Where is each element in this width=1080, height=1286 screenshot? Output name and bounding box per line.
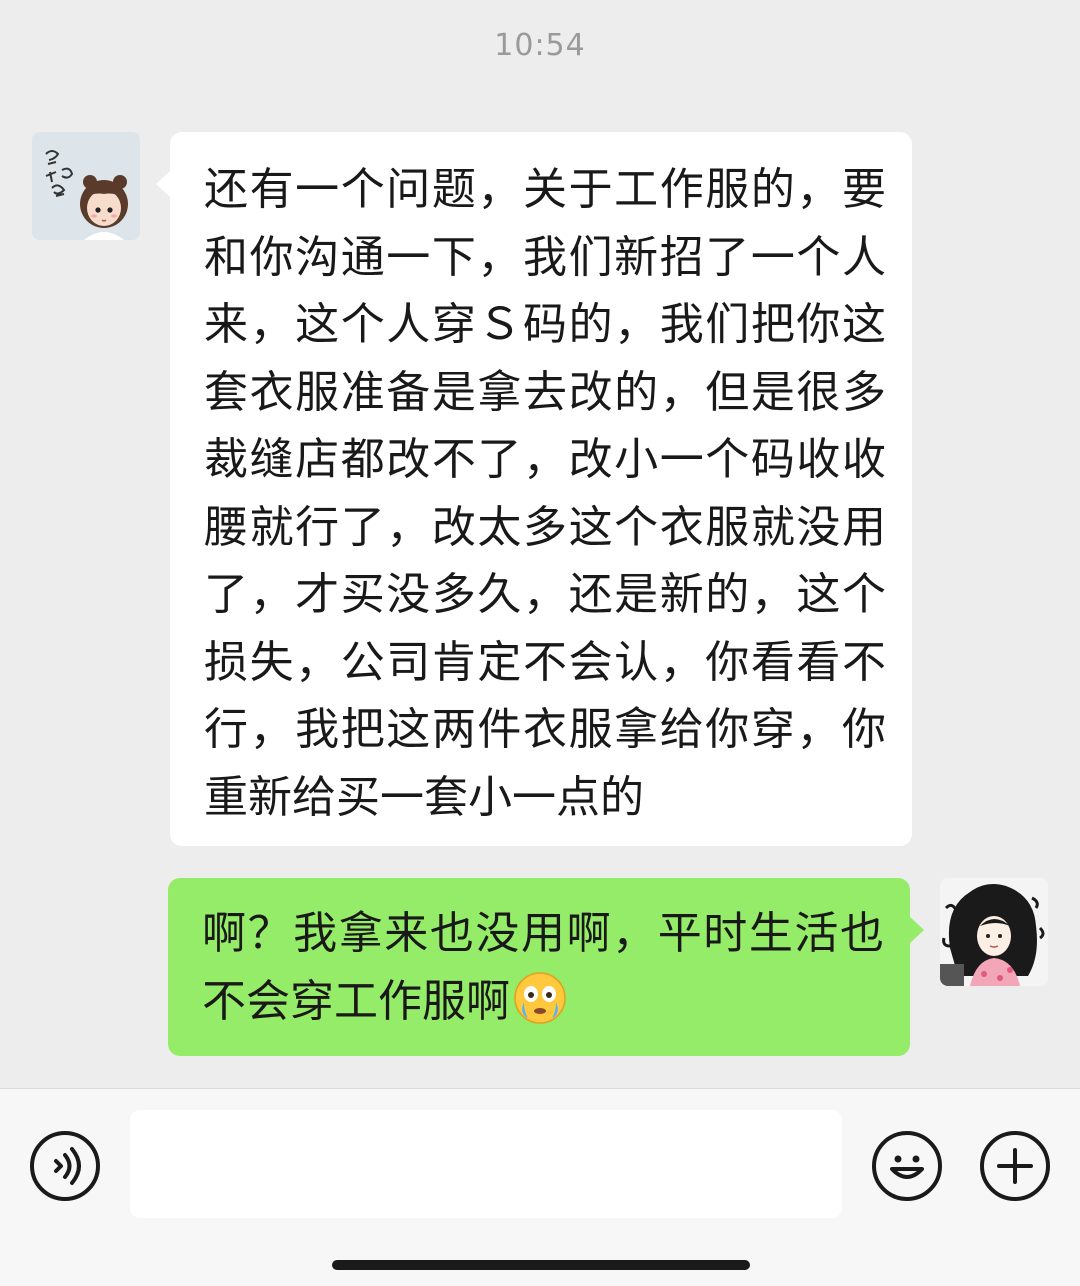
emoji-icon [890,1155,924,1179]
outgoing-message-bubble[interactable]: 啊？我拿来也没用啊，平时生活也不会穿工作服啊 [168,878,924,1056]
voice-icon [54,1147,81,1185]
avatar-illustration-self [940,878,1048,986]
plus-icon [997,1148,1033,1184]
avatar-illustration [32,132,140,240]
more-actions-button[interactable] [980,1131,1050,1201]
emoji-picker-button[interactable] [872,1131,942,1201]
my-avatar[interactable] [940,878,1048,986]
home-indicator[interactable] [332,1260,750,1270]
incoming-message-text: 还有一个问题，关于工作服的，要和你沟通一下，我们新招了一个人来，这个人穿Ｓ码的，… [204,164,886,823]
message-text-input[interactable] [130,1110,842,1218]
contact-avatar[interactable] [32,132,140,240]
message-timestamp: 10:54 [494,28,586,63]
voice-input-button[interactable] [30,1131,100,1201]
crying-face-emoji [514,971,566,1024]
incoming-message-bubble[interactable]: 还有一个问题，关于工作服的，要和你沟通一下，我们新招了一个人来，这个人穿Ｓ码的，… [156,132,912,846]
outgoing-message-text: 啊？我拿来也没用啊，平时生活也不会穿工作服啊 [202,900,884,1035]
